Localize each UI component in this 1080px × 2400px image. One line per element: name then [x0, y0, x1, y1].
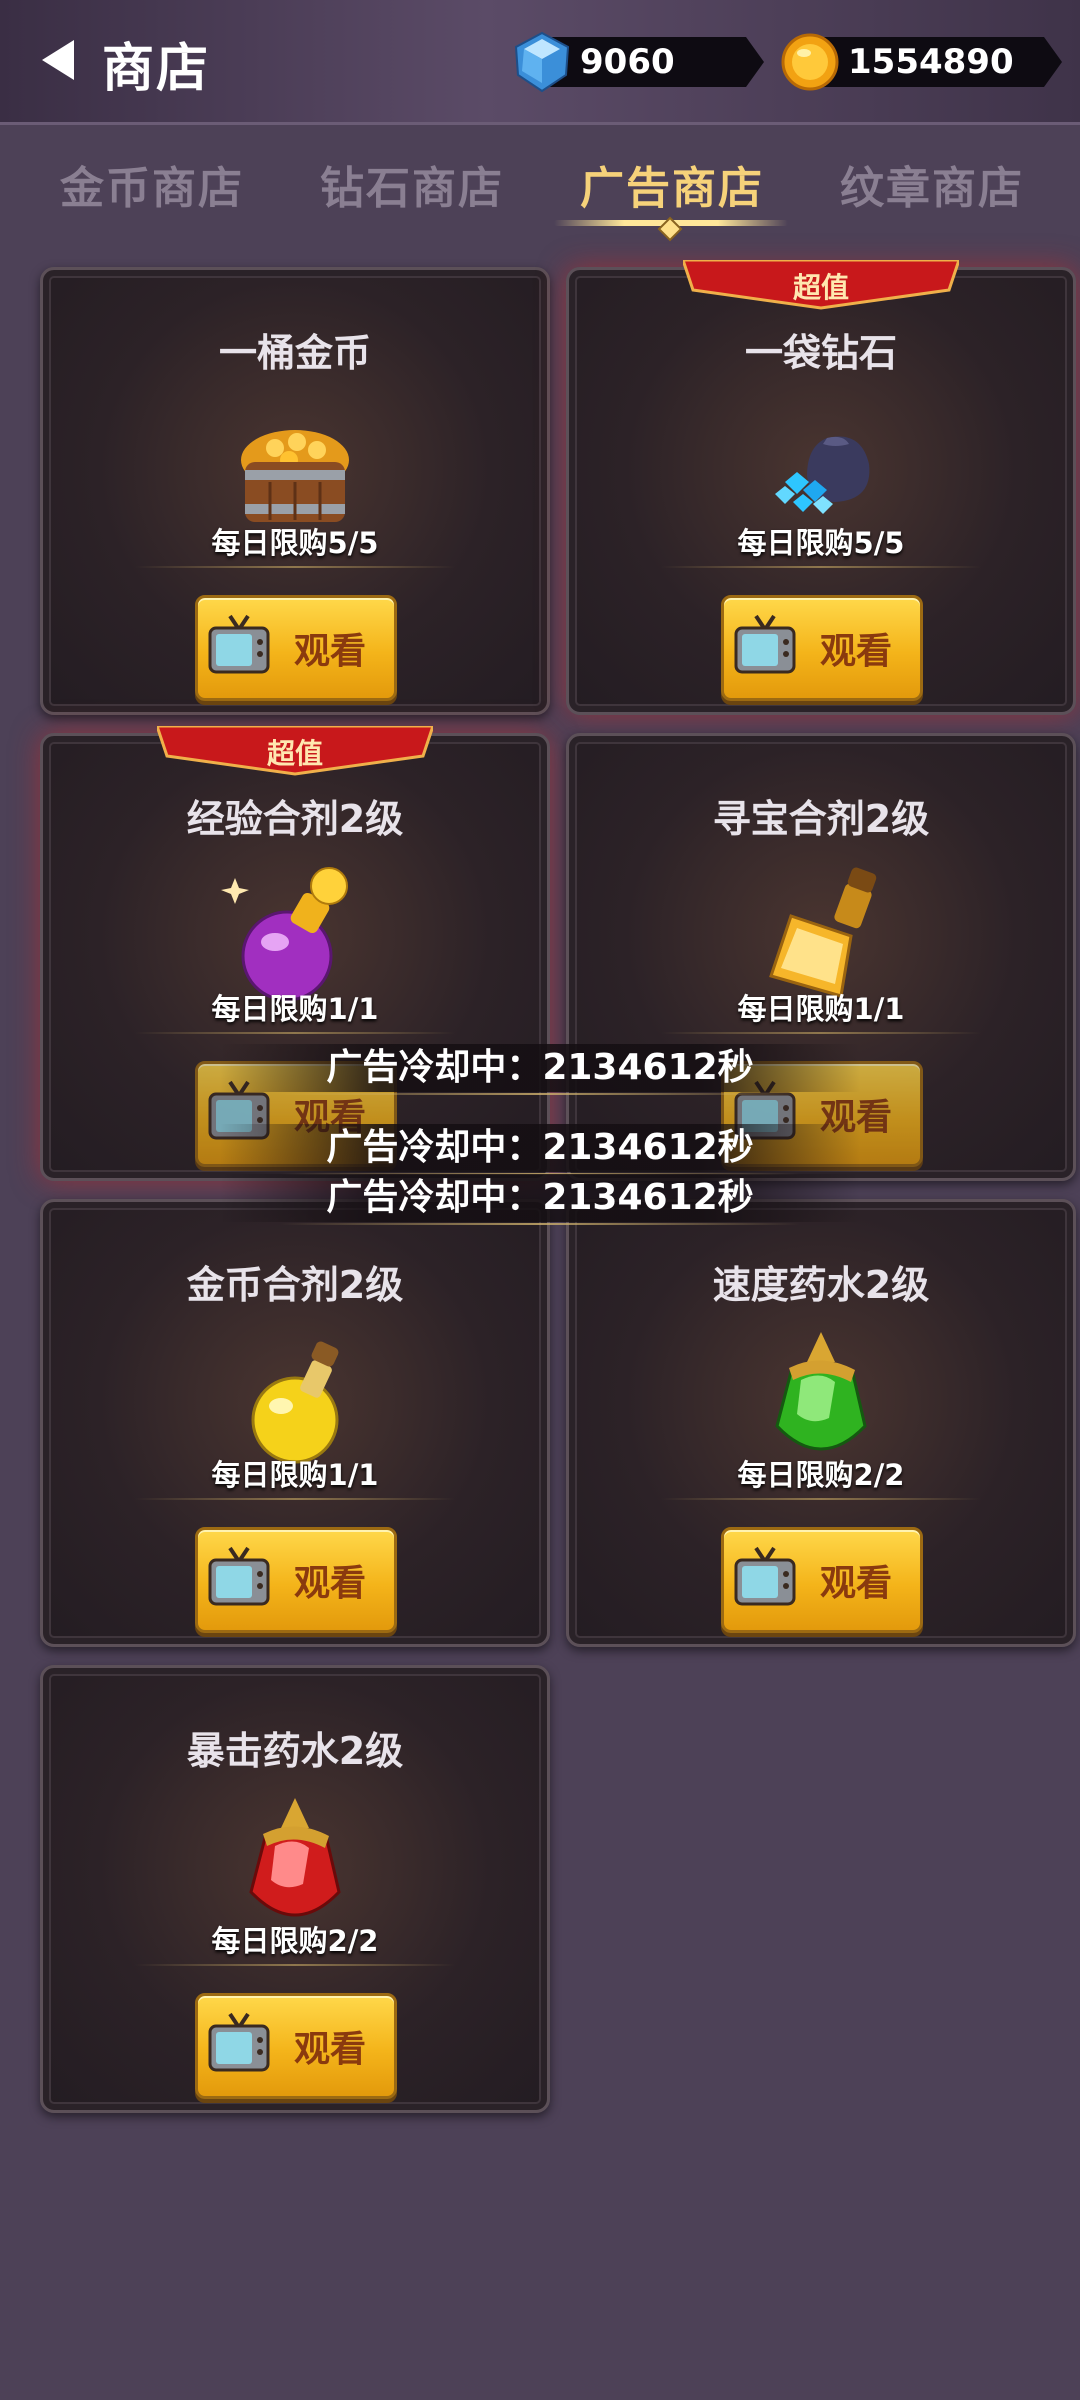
daily-limit-label: 每日限购2/2	[211, 1924, 379, 1958]
back-arrow-icon[interactable]	[38, 38, 82, 82]
watch-button-label: 观看	[294, 631, 367, 672]
gold-potion-icon	[769, 867, 877, 998]
gem-balance: 9060	[514, 31, 764, 93]
shop-item-card: 暴击药水2级 每日限购2/2 观看	[40, 1665, 550, 2113]
item-title: 速度药水2级	[712, 1263, 930, 1307]
tv-icon	[734, 1546, 796, 1606]
yellow-potion-icon	[251, 1341, 339, 1464]
item-title: 经验合剂2级	[186, 797, 404, 841]
daily-limit-label: 每日限购1/1	[211, 1458, 379, 1492]
tv-icon	[208, 1546, 270, 1606]
item-title: 寻宝合剂2级	[712, 797, 930, 841]
watch-ad-button[interactable]: 观看	[195, 1993, 397, 2099]
green-potion-icon	[775, 1332, 867, 1451]
divider	[661, 1498, 981, 1500]
watch-button-label: 观看	[294, 1563, 367, 1604]
coin-icon	[781, 33, 839, 91]
shop-item-card: 超值 一袋钻石 每日限购5/5 观看	[566, 258, 1076, 715]
watch-button-label: 观看	[820, 1563, 893, 1604]
value-badge: 超值	[680, 258, 962, 316]
tv-icon	[208, 2012, 270, 2072]
top-bar: 商店 9060 1554890	[0, 0, 1080, 125]
page-title: 商店	[102, 39, 211, 99]
daily-limit-label: 每日限购1/1	[737, 992, 905, 1026]
shop-item-card: 一桶金币 每日限购5/5 观看	[40, 267, 550, 715]
red-potion-icon	[249, 1798, 341, 1917]
coin-barrel-icon	[241, 430, 349, 522]
tab-emblem-shop[interactable]: 纹章商店	[840, 152, 1024, 216]
badge-label: 超值	[266, 737, 323, 770]
watch-ad-button[interactable]: 观看	[195, 1527, 397, 1633]
watch-button-label: 观看	[294, 2029, 367, 2070]
tv-icon	[734, 614, 796, 674]
watch-button-label: 观看	[820, 631, 893, 672]
watch-ad-button[interactable]: 观看	[195, 595, 397, 701]
gem-amount: 9060	[580, 42, 675, 82]
divider	[135, 1498, 455, 1500]
divider	[135, 1032, 455, 1034]
divider	[661, 566, 981, 568]
cooldown-toast: 广告冷却中：2134612秒	[220, 1174, 860, 1225]
item-title: 一桶金币	[218, 331, 371, 375]
tab-ad-shop[interactable]: 广告商店	[580, 152, 764, 216]
coin-balance: 1554890	[781, 33, 1062, 91]
tab-marker-icon	[657, 216, 683, 242]
coin-amount: 1554890	[848, 42, 1014, 82]
badge-label: 超值	[792, 271, 849, 304]
item-title: 一袋钻石	[744, 331, 897, 375]
daily-limit-label: 每日限购2/2	[737, 1458, 905, 1492]
diamond-bag-icon	[775, 436, 870, 514]
shop-item-card: 金币合剂2级 每日限购1/1 观看	[40, 1199, 550, 1647]
daily-limit-label: 每日限购1/1	[211, 992, 379, 1026]
item-title: 金币合剂2级	[186, 1263, 404, 1307]
shop-item-card: 寻宝合剂2级 每日限购1/1 观看	[566, 733, 1076, 1181]
cooldown-toast: 广告冷却中：2134612秒	[220, 1044, 860, 1095]
tab-diamond-shop[interactable]: 钻石商店	[320, 152, 504, 216]
item-title: 暴击药水2级	[186, 1729, 404, 1773]
purple-potion-icon	[221, 867, 348, 1002]
watch-ad-button[interactable]: 观看	[721, 1527, 923, 1633]
cooldown-toast: 广告冷却中：2134612秒	[220, 1124, 860, 1175]
tv-icon	[208, 614, 270, 674]
shop-item-card: 超值 经验合剂2级 每日限购1/1 观看	[40, 724, 550, 1181]
watch-ad-button[interactable]: 观看	[721, 595, 923, 701]
daily-limit-label: 每日限购5/5	[737, 526, 905, 560]
gem-icon	[514, 31, 570, 93]
divider	[135, 566, 455, 568]
shop-item-card: 速度药水2级 每日限购2/2 观看	[566, 1199, 1076, 1647]
tab-gold-shop[interactable]: 金币商店	[60, 152, 244, 216]
daily-limit-label: 每日限购5/5	[211, 526, 379, 560]
divider	[661, 1032, 981, 1034]
divider	[135, 1964, 455, 1966]
value-badge: 超值	[154, 724, 436, 782]
